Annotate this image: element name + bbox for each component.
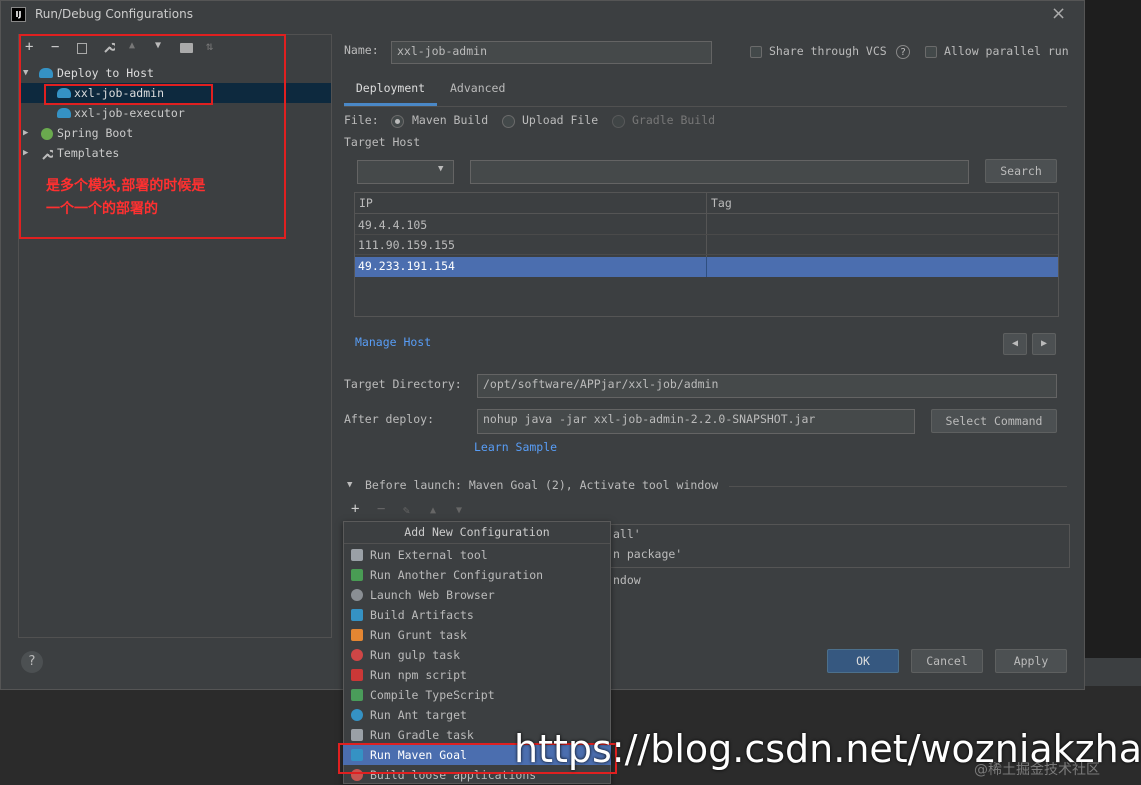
before-launch-edit-icon[interactable]: ✎ [403, 503, 410, 517]
prev-page-button[interactable]: ◀ [1003, 333, 1027, 355]
popup-menu-item-label: Compile TypeScript [370, 688, 495, 702]
before-launch-add-icon[interactable]: + [351, 501, 359, 517]
maven-build-label: Maven Build [412, 113, 489, 127]
annotation-text-line1: 是多个模块,部署的时候是 [46, 178, 206, 194]
watermark-small: @稀土掘金技术社区 [974, 762, 1100, 778]
manage-host-link[interactable]: Manage Host [355, 335, 431, 349]
globe-icon [351, 589, 363, 601]
popup-menu-item[interactable]: Run npm script [343, 665, 611, 685]
before-launch-label: Before launch: Maven Goal (2), Activate … [365, 478, 719, 492]
external-tool-icon [351, 549, 363, 561]
before-launch-down-icon[interactable]: ▼ [456, 505, 462, 516]
activate-tool-window-partial: ndow [613, 573, 641, 587]
background-editor-area [1085, 0, 1141, 690]
allow-parallel-label: Allow parallel run [944, 44, 1069, 58]
popup-menu-item-label: Run gulp task [370, 648, 461, 662]
share-vcs-checkbox[interactable] [750, 46, 762, 58]
after-deploy-label: After deploy: [344, 412, 435, 426]
popup-title-divider [344, 543, 610, 544]
before-launch-divider [729, 486, 1067, 487]
search-button[interactable]: Search [985, 159, 1057, 183]
share-vcs-help-icon[interactable]: ? [896, 45, 910, 59]
npm-icon [351, 669, 363, 681]
popup-menu-item-label: Run External tool [370, 548, 488, 562]
allow-parallel-checkbox[interactable] [925, 46, 937, 58]
popup-menu-item[interactable]: Compile TypeScript [343, 685, 611, 705]
learn-sample-link[interactable]: Learn Sample [474, 440, 557, 454]
name-label: Name: [344, 43, 379, 57]
help-button[interactable]: ? [21, 651, 43, 673]
target-directory-field[interactable]: /opt/software/APPjar/xxl-job/admin [477, 374, 1057, 398]
popup-menu-item[interactable]: Run Grunt task [343, 625, 611, 645]
host-group-dropdown[interactable]: ▼ [357, 160, 454, 184]
select-command-button[interactable]: Select Command [931, 409, 1057, 433]
before-launch-item-partial[interactable]: n package' [613, 547, 682, 561]
before-launch-remove-icon[interactable]: − [377, 501, 385, 517]
target-directory-label: Target Directory: [344, 377, 462, 391]
before-launch-up-icon[interactable]: ▲ [430, 505, 436, 516]
popup-menu-item[interactable]: Run gulp task [343, 645, 611, 665]
gulp-icon [351, 649, 363, 661]
ok-button[interactable]: OK [827, 649, 899, 673]
popup-menu-item[interactable]: Run External tool [343, 545, 611, 565]
popup-menu-item[interactable]: Build Artifacts [343, 605, 611, 625]
share-vcs-label: Share through VCS [769, 44, 887, 58]
run-config-icon [351, 569, 363, 581]
popup-menu-item[interactable]: Launch Web Browser [343, 585, 611, 605]
popup-menu-item-label: Build Artifacts [370, 608, 474, 622]
popup-title: Add New Configuration [404, 525, 550, 539]
tabs-divider [344, 106, 1067, 107]
dialog-title: Run/Debug Configurations [35, 7, 193, 21]
close-icon[interactable]: × [1051, 3, 1066, 24]
upload-file-label: Upload File [522, 113, 599, 127]
table-row[interactable]: 111.90.159.155 [355, 235, 1058, 255]
grunt-icon [351, 629, 363, 641]
popup-menu-item[interactable]: Run Another Configuration [343, 565, 611, 585]
gradle-build-label: Gradle Build [632, 113, 716, 127]
typescript-icon [351, 689, 363, 701]
popup-menu-item-label: Run Grunt task [370, 628, 467, 642]
name-field[interactable]: xxl-job-admin [391, 41, 712, 64]
popup-menu-item[interactable]: Run Ant target [343, 705, 611, 725]
cancel-button[interactable]: Cancel [911, 649, 983, 673]
annotation-box-admin [44, 84, 213, 105]
popup-menu-item-label: Run Gradle task [370, 728, 474, 742]
next-page-button[interactable]: ▶ [1032, 333, 1056, 355]
after-deploy-field[interactable]: nohup java -jar xxl-job-admin-2.2.0-SNAP… [477, 409, 915, 434]
before-launch-item-partial[interactable]: all' [613, 527, 641, 541]
table-header-divider [355, 213, 1058, 214]
popup-menu-item-label: Run npm script [370, 668, 467, 682]
column-divider [706, 257, 707, 277]
popup-menu-item-label: Run Another Configuration [370, 568, 544, 582]
popup-menu-item-label: Run Ant target [370, 708, 467, 722]
intellij-logo-icon: IJ [11, 7, 26, 22]
ip-cell: 49.4.4.105 [358, 218, 428, 232]
column-header-ip[interactable]: IP [359, 196, 373, 210]
gradle-icon [351, 729, 363, 741]
ip-cell: 49.233.191.154 [358, 259, 455, 273]
chevron-down-icon: ▼ [438, 164, 444, 174]
gradle-build-radio[interactable] [612, 115, 625, 128]
table-row-selected[interactable]: 49.233.191.154 [355, 257, 1058, 277]
column-header-tag[interactable]: Tag [711, 196, 732, 210]
host-search-input[interactable] [470, 160, 969, 184]
table-row[interactable]: 49.4.4.105 [355, 215, 1058, 235]
dialog-titlebar: IJ Run/Debug Configurations × [1, 1, 1084, 29]
artifacts-icon [351, 609, 363, 621]
maven-build-radio[interactable] [391, 115, 404, 128]
tab-advanced[interactable]: Advanced [450, 81, 505, 95]
ant-icon [351, 709, 363, 721]
file-label: File: [344, 113, 379, 127]
target-host-label: Target Host [344, 135, 421, 149]
ip-cell: 111.90.159.155 [358, 238, 455, 252]
apply-button[interactable]: Apply [995, 649, 1067, 673]
upload-file-radio[interactable] [502, 115, 515, 128]
collapse-arrow-icon[interactable]: ▼ [347, 480, 352, 490]
annotation-text-line2: 一个一个的部署的 [46, 201, 158, 217]
popup-menu-item-label: Launch Web Browser [370, 588, 495, 602]
